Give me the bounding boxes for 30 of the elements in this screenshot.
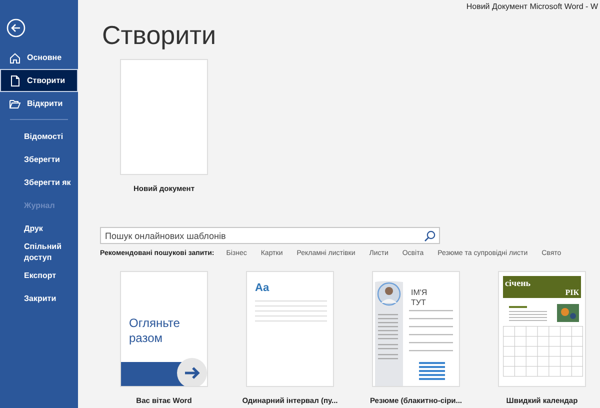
template-thumbnail[interactable]: ІМ'Я ТУТ <box>372 271 460 387</box>
sidebar-item[interactable]: Експорт <box>0 264 78 287</box>
template-thumbnail[interactable]: Огляньте разом <box>120 271 208 387</box>
sidebar-item[interactable]: Спільний доступ <box>0 240 78 264</box>
month-text: січень <box>504 277 531 288</box>
home-icon <box>9 52 21 64</box>
sidebar-item[interactable]: Основне <box>0 46 78 69</box>
blank-document-thumbnail[interactable] <box>120 59 208 175</box>
sidebar-item[interactable]: Зберегти <box>0 148 78 171</box>
text-lines-drawing <box>255 300 327 322</box>
template-thumbnail[interactable]: Aa <box>246 271 334 387</box>
template-thumbnail[interactable]: січень РІК <box>498 271 586 387</box>
preview-heading: Огляньте разом <box>129 316 181 346</box>
sidebar-item[interactable]: Створити <box>0 69 78 92</box>
folder-icon <box>9 98 21 110</box>
arrow-icon <box>177 358 207 386</box>
sidebar-item[interactable]: Закрити <box>0 287 78 310</box>
page-heading: Створити <box>102 20 218 51</box>
sidebar-item[interactable]: Відомості <box>0 125 78 148</box>
search-icon <box>424 230 436 242</box>
preview-heading: Aa <box>255 282 270 294</box>
sidebar-item[interactable]: Зберегти як <box>0 171 78 194</box>
back-button[interactable] <box>6 18 26 38</box>
sidebar-item[interactable]: Друк <box>0 217 78 240</box>
preview-heading: ІМ'Я ТУТ <box>411 288 428 308</box>
year-text: РІК <box>565 288 580 298</box>
search-field[interactable]: Пошук онлайнових шаблонів <box>100 227 440 244</box>
document-icon <box>9 74 21 86</box>
window-title: Новий Документ Microsoft Word - W <box>466 2 598 11</box>
sidebar-item[interactable]: Відкрити <box>0 92 78 115</box>
